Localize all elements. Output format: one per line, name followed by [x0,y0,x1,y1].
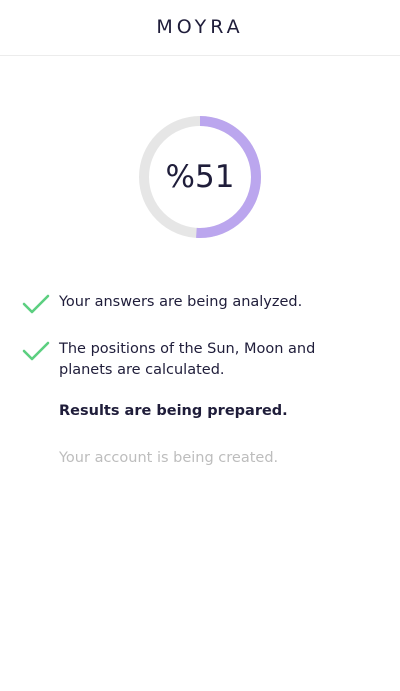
step-label: Your answers are being analyzed. [59,294,303,310]
progress-ring: %51 [137,114,263,240]
app-header: MOYRA [0,0,400,56]
step-label: Your account is being created. [59,450,279,466]
brand-logo: MOYRA [156,16,244,38]
check-icon [22,294,50,314]
step-item-account: Your account is being created. [0,448,400,469]
step-item-results: Results are being prepared. [0,401,400,422]
step-label: The positions of the Sun, Moon and plane… [59,341,316,378]
check-icon [22,341,50,361]
step-label: Results are being prepared. [59,403,288,419]
progress-percent-label: %51 [165,159,235,195]
step-item-positions: The positions of the Sun, Moon and plane… [0,339,400,381]
step-item-analyzed: Your answers are being analyzed. [0,292,400,314]
progress-steps-list: Your answers are being analyzed. The pos… [0,290,400,469]
